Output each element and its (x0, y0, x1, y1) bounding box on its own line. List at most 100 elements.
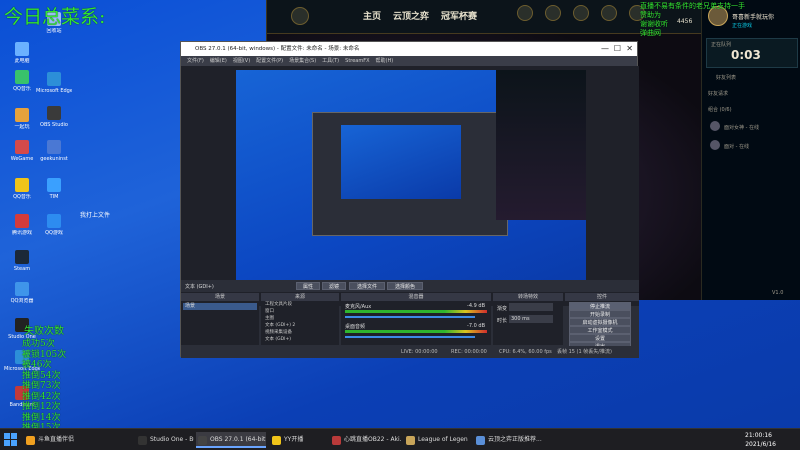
source-item[interactable]: 视频采集设备 (263, 330, 337, 336)
control-button[interactable]: 开始录制 (569, 310, 631, 318)
taskbar-item[interactable]: 斗鱼直播伴侣 (24, 432, 86, 448)
obs-preview[interactable] (181, 66, 639, 306)
taskbar-item-label: Studio One - Bus... (150, 436, 194, 443)
friend-entry[interactable]: 面对 - 在线 (724, 143, 749, 150)
app-icon (476, 436, 485, 445)
desktop-icon[interactable]: QQ音乐 (4, 178, 40, 212)
desktop-icon[interactable]: OBS Studio (36, 106, 72, 140)
obs-menu-item[interactable]: 文件(F) (187, 58, 204, 64)
obs-title-bar: OBS 27.0.1 (64-bit, windows) - 配置文件: 未命名… (181, 42, 637, 56)
duration-input[interactable]: 300 ms (509, 315, 553, 323)
obs-menu-item[interactable]: 编辑(E) (210, 58, 227, 64)
source-item[interactable]: 窗口 (263, 309, 337, 315)
control-button[interactable]: 工作室模式 (569, 326, 631, 334)
lol-collection-icon[interactable] (545, 5, 561, 21)
taskbar-item[interactable]: 心跳直播OB22 - Aki... (330, 432, 402, 448)
taskbar-item[interactable]: OBS 27.0.1 (64-bit... (196, 432, 266, 448)
lol-logo-icon[interactable] (291, 7, 309, 25)
taskbar-item-label: League of Legends (418, 436, 468, 443)
obs-menu-item[interactable]: 配置文件(P) (256, 58, 283, 64)
control-button[interactable]: 启动虚拟摄像机 (569, 318, 631, 326)
desktop-icon-label: geekuninst (40, 156, 68, 162)
source-item[interactable]: 主图 (263, 316, 337, 322)
lol-tab-home[interactable]: 主页 (363, 9, 381, 22)
volume-slider[interactable] (345, 316, 475, 318)
desktop-icon[interactable]: QQ音乐 (4, 70, 40, 104)
social-footer: V1.0 (772, 290, 784, 296)
obs-menu-item[interactable]: 视图(V) (233, 58, 250, 64)
desktop-icon[interactable]: Steam (4, 250, 40, 284)
lol-tab-clash[interactable]: 冠军杯赛 (441, 9, 477, 22)
properties-button[interactable]: 属性 (296, 282, 320, 290)
lol-runes-icon[interactable] (573, 5, 589, 21)
window-close-button[interactable]: ✕ (626, 42, 633, 56)
desktop-icon-label: 腾讯游戏 (11, 230, 32, 236)
transition-select[interactable] (509, 303, 553, 311)
taskbar-item[interactable]: League of Legends (404, 432, 468, 448)
window-minimize-button[interactable]: — (601, 42, 609, 56)
overlay-counter-label: 失败次数 (24, 326, 64, 337)
taskbar: 斗鱼直播伴侣 Studio One - Bus... OBS 27.0.1 (64-… (0, 428, 800, 450)
source-item[interactable]: 文本 (GDI+) 2 (263, 323, 337, 329)
lol-currency: 4456 (677, 18, 693, 25)
friend-group[interactable]: 组合 (0/6) (708, 106, 732, 113)
desktop-link[interactable]: 我打上文件 (80, 210, 110, 219)
app-icon (47, 72, 61, 86)
rec-time: REC: 00:00:00 (451, 349, 487, 355)
taskbar-item[interactable]: YY开播 (270, 432, 326, 448)
desktop-icon-label: 此电脑 (14, 58, 30, 64)
desktop-icon[interactable]: TIM (36, 178, 72, 212)
window-maximize-button[interactable]: ☐ (614, 42, 621, 56)
app-icon (15, 140, 29, 154)
obs-menu-item[interactable]: StreamFX (345, 58, 369, 64)
desktop-icon-label: 一起玩 (14, 124, 30, 130)
desktop-icon-label: OBS Studio (40, 122, 68, 128)
obs-menu-item[interactable]: 工具(T) (322, 58, 339, 64)
start-button[interactable] (4, 433, 18, 447)
taskbar-item-label: 云顶之弈正版推荐... (488, 436, 542, 443)
lol-tab-tft[interactable]: 云顶之弈 (393, 9, 429, 22)
desktop-icon[interactable]: 腾讯游戏 (4, 214, 40, 248)
volume-slider[interactable] (345, 336, 475, 338)
friend-requests[interactable]: 好友请求 (708, 90, 728, 97)
desktop-icon[interactable]: 一起玩 (4, 108, 40, 142)
queue-label: 正在队列 (711, 42, 732, 48)
taskbar-item-label: 斗鱼直播伴侣 (38, 436, 75, 443)
desktop-icon-label: Microsoft Edge (36, 88, 72, 94)
desktop-icon[interactable]: Microsoft Edge (36, 72, 72, 106)
taskbar-item[interactable]: 云顶之弈正版推荐... (474, 432, 554, 448)
overlay-top-right-line: 弹曲网 (640, 29, 661, 37)
desktop-icon[interactable]: geekuninst (36, 140, 72, 174)
select-color-button[interactable]: 选择颜色 (387, 282, 423, 290)
app-icon (47, 106, 61, 120)
obs-menu-item[interactable]: 场景集合(S) (289, 58, 316, 64)
friend-entry[interactable]: 面对女神 - 在线 (724, 124, 759, 131)
overlay-title: 今日总菜系: (4, 6, 106, 28)
source-item[interactable]: 文本 (GDI+) (263, 337, 337, 343)
desktop-icon[interactable]: QQ游戏 (36, 214, 72, 248)
desktop-icon[interactable]: QQ浏览器 (4, 282, 40, 316)
friend-avatar[interactable] (710, 121, 720, 131)
desktop-icon[interactable]: WeGame (4, 140, 40, 174)
clock-date[interactable]: 2021/6/16 (745, 441, 776, 448)
app-icon (198, 436, 207, 445)
obs-menu-item[interactable]: 帮助(H) (376, 58, 394, 64)
source-item[interactable]: 工程文具片段 (263, 302, 337, 308)
filters-button[interactable]: 滤镜 (322, 282, 346, 290)
friend-avatar[interactable] (710, 140, 720, 150)
preview-nested-window (312, 112, 508, 236)
lol-bag-icon[interactable] (601, 5, 617, 21)
preview-game-capture (496, 70, 586, 220)
control-button[interactable]: 设置 (569, 334, 631, 342)
scene-item[interactable]: 场景 (183, 303, 257, 310)
windows-icon (4, 433, 17, 446)
clock-time[interactable]: 21:00:16 (745, 432, 772, 439)
control-button[interactable]: 停止推流 (569, 302, 631, 310)
app-icon (272, 436, 281, 445)
select-file-button[interactable]: 选择文件 (349, 282, 385, 290)
taskbar-item[interactable]: Studio One - Bus... (136, 432, 194, 448)
desktop-icon-label: QQ音乐 (13, 86, 31, 92)
lol-store-icon[interactable] (517, 5, 533, 21)
desktop-icon-label: TIM (49, 194, 59, 200)
transitions-dock-title: 转场特效 (493, 293, 563, 301)
